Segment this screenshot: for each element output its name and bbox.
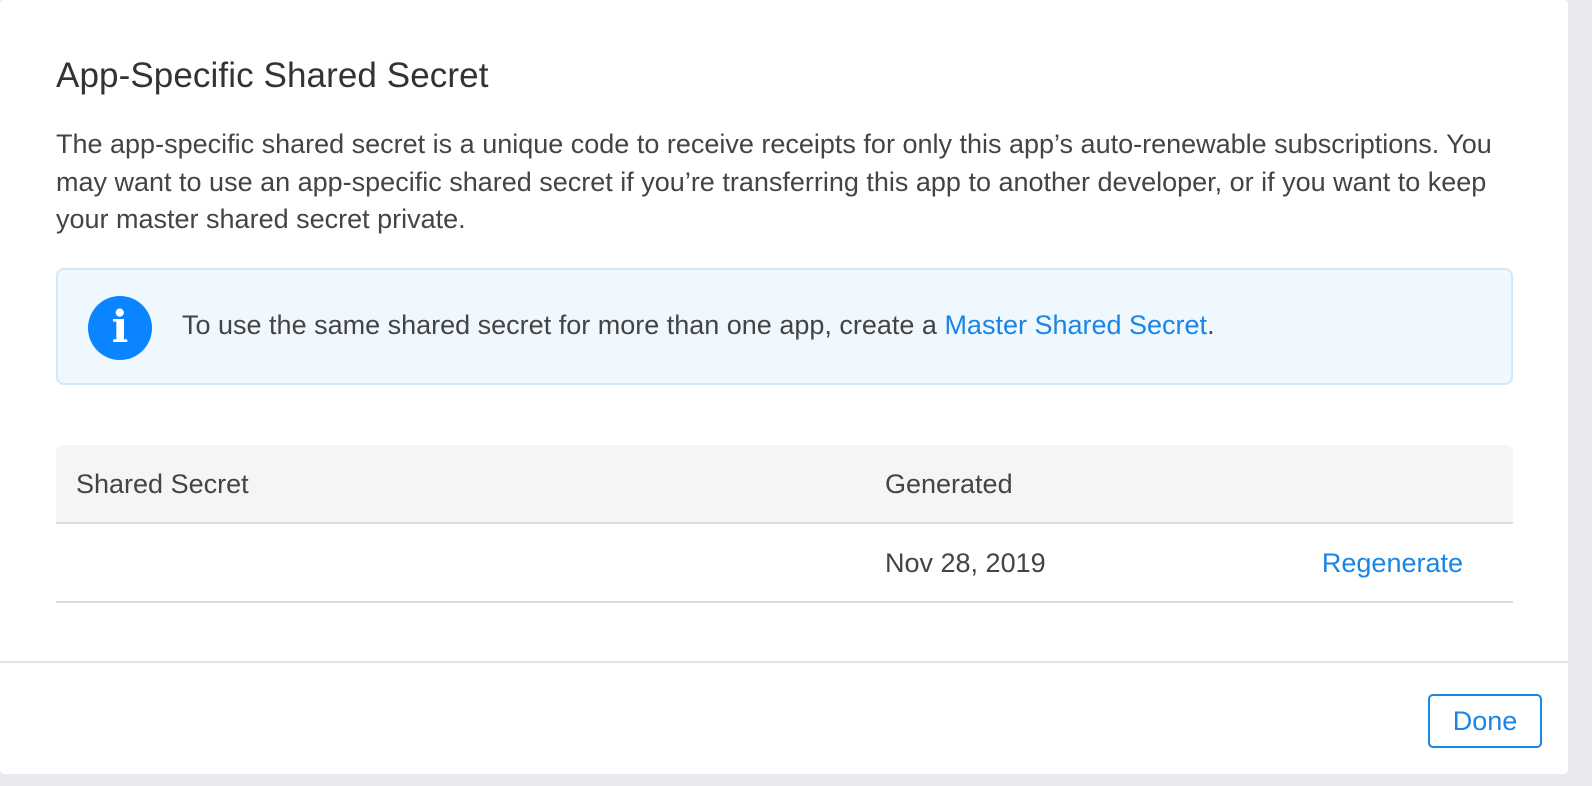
column-header-generated: Generated bbox=[885, 469, 1013, 499]
master-shared-secret-link[interactable]: Master Shared Secret bbox=[944, 310, 1207, 340]
column-header-shared-secret: Shared Secret bbox=[76, 469, 249, 499]
dialog-title: App-Specific Shared Secret bbox=[56, 56, 489, 95]
info-text-before: To use the same shared secret for more t… bbox=[182, 310, 945, 340]
info-icon: i bbox=[88, 296, 152, 360]
info-banner: i To use the same shared secret for more… bbox=[56, 268, 1513, 385]
table-row: Nov 28, 2019 Regenerate bbox=[56, 524, 1513, 603]
done-button[interactable]: Done bbox=[1428, 694, 1542, 748]
dialog-description: The app-specific shared secret is a uniq… bbox=[56, 129, 1492, 234]
shared-secret-table: Shared Secret Generated Nov 28, 2019 Reg… bbox=[56, 445, 1513, 603]
info-message: To use the same shared secret for more t… bbox=[182, 310, 1215, 341]
info-text-after: . bbox=[1207, 310, 1215, 340]
shared-secret-dialog: App-Specific Shared Secret The app-speci… bbox=[0, 0, 1568, 774]
generated-date: Nov 28, 2019 bbox=[885, 548, 1046, 578]
footer-divider bbox=[0, 661, 1568, 663]
regenerate-link[interactable]: Regenerate bbox=[1322, 548, 1463, 579]
table-header: Shared Secret Generated bbox=[56, 445, 1513, 524]
